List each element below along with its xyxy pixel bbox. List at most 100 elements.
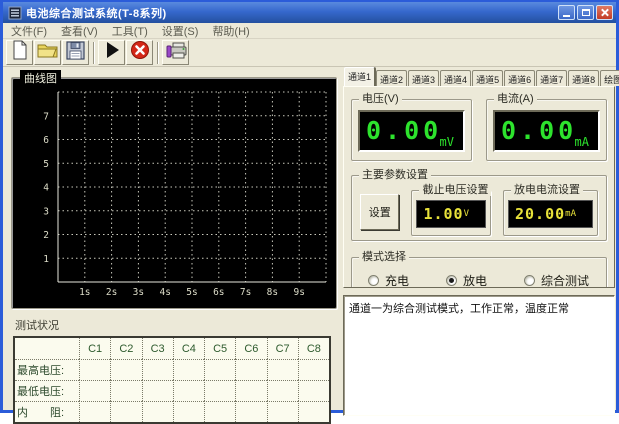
current-unit: mA <box>575 135 589 149</box>
menu-settings[interactable]: 设置(S) <box>162 23 199 39</box>
printer-icon <box>165 41 187 65</box>
discharge-current-display: 20.00 mA <box>508 200 593 228</box>
charge-radio[interactable]: 充电 <box>368 272 446 288</box>
table-cell <box>204 359 235 380</box>
svg-text:2: 2 <box>43 230 49 241</box>
svg-text:5s: 5s <box>186 287 197 298</box>
tab-channel-4[interactable]: 通道4 <box>440 70 471 86</box>
current-value: 0.00 <box>501 116 577 145</box>
table-cell <box>267 359 298 380</box>
svg-text:9s: 9s <box>293 287 304 298</box>
table-header-cell <box>15 338 79 359</box>
cutoff-voltage-label: 截止电压设置 <box>419 184 491 196</box>
close-button[interactable] <box>596 5 613 20</box>
main-params-label: 主要参数设置 <box>359 169 431 181</box>
current-display: 0.00 mA <box>493 110 600 152</box>
svg-text:5: 5 <box>43 159 49 170</box>
mode-options: 充电放电综合测试 <box>368 272 602 288</box>
table-cell <box>235 380 266 401</box>
menu-bar: 文件(F) 查看(V) 工具(T) 设置(S) 帮助(H) <box>3 23 616 39</box>
row-label: 最低电压: <box>15 380 79 401</box>
svg-text:3: 3 <box>43 206 49 217</box>
menu-view[interactable]: 查看(V) <box>61 23 98 39</box>
save-button[interactable] <box>62 40 89 65</box>
table-header-cell: C2 <box>110 338 141 359</box>
test-status-table: C1C2C3C4C5C6C7C8最高电压:最低电压:内 阻: <box>13 336 331 424</box>
table-cell <box>267 401 298 422</box>
toolbar-separator <box>157 42 158 64</box>
curve-chart-title: 曲线图 <box>20 70 61 86</box>
discharge-radio[interactable]: 放电 <box>446 272 524 288</box>
menu-file[interactable]: 文件(F) <box>11 23 47 39</box>
current-group: 电流(A) 0.00 mA <box>486 99 607 161</box>
maximize-icon <box>582 9 590 16</box>
table-cell <box>173 359 204 380</box>
stop-icon <box>130 40 150 65</box>
radio-indicator <box>446 275 457 286</box>
save-icon <box>66 41 85 65</box>
radio-indicator <box>524 275 535 286</box>
tab-channel-7[interactable]: 通道7 <box>536 70 567 86</box>
svg-text:2s: 2s <box>106 287 117 298</box>
row-label: 最高电压: <box>15 359 79 380</box>
test-status-label: 测试状况 <box>15 317 337 333</box>
tab-channel-3[interactable]: 通道3 <box>408 70 439 86</box>
radio-indicator <box>368 275 379 286</box>
table-cell <box>110 401 141 422</box>
tab-channel-6[interactable]: 通道6 <box>504 70 535 86</box>
minimize-icon <box>563 15 570 17</box>
print-button[interactable] <box>162 40 189 65</box>
svg-text:4: 4 <box>43 183 49 194</box>
client-area: 曲线图 1s2s3s4s5s6s7s8s9s1234567 测试状况 C1C2C… <box>3 67 616 410</box>
tab-channel-1[interactable]: 通道1 <box>344 67 375 86</box>
table-cell <box>298 359 329 380</box>
open-file-button[interactable] <box>34 40 61 65</box>
table-cell <box>235 401 266 422</box>
svg-text:8s: 8s <box>267 287 278 298</box>
toolbar <box>3 39 616 67</box>
tab-channel-5[interactable]: 通道5 <box>472 70 503 86</box>
status-message-box[interactable]: 通道一为综合测试模式，工作正常，温度正常 <box>343 295 615 416</box>
mode-select-group: 模式选择 充电放电综合测试 <box>351 257 607 288</box>
app-icon <box>8 6 22 20</box>
svg-text:7: 7 <box>43 111 49 122</box>
set-button[interactable]: 设置 <box>360 194 399 230</box>
table-header-cell: C4 <box>173 338 204 359</box>
svg-text:6s: 6s <box>213 287 224 298</box>
voltage-group: 电压(V) 0.00 mV <box>351 99 472 161</box>
table-cell <box>173 401 204 422</box>
table-header-cell: C8 <box>298 338 329 359</box>
svg-text:6: 6 <box>43 135 49 146</box>
svg-text:4s: 4s <box>159 287 170 298</box>
table-cell <box>267 380 298 401</box>
table-cell <box>110 380 141 401</box>
start-icon <box>104 41 120 64</box>
current-group-label: 电流(A) <box>494 93 537 105</box>
channel-1-panel: 电压(V) 0.00 mV 电流(A) 0.00 mA <box>343 86 615 288</box>
svg-text:7s: 7s <box>240 287 251 298</box>
menu-tools[interactable]: 工具(T) <box>112 23 148 39</box>
minimize-button[interactable] <box>558 5 575 20</box>
menu-help[interactable]: 帮助(H) <box>212 23 249 39</box>
svg-text:1s: 1s <box>79 287 90 298</box>
maximize-button[interactable] <box>577 5 594 20</box>
app-window: 电池综合测试系统(T-8系列) 文件(F) 查看(V) 工具(T) 设置(S) 帮助(H… <box>0 0 619 413</box>
tab-plot[interactable]: 绘图 <box>600 70 619 86</box>
start-button[interactable] <box>98 40 125 65</box>
cutoff-voltage-display: 1.00 V <box>416 200 486 228</box>
new-file-button[interactable] <box>6 40 33 65</box>
table-cell <box>204 380 235 401</box>
stop-button[interactable] <box>126 40 153 65</box>
table-header-cell: C5 <box>204 338 235 359</box>
table-cell <box>173 380 204 401</box>
comprehensive-test-radio[interactable]: 综合测试 <box>524 272 602 288</box>
table-cell <box>79 401 110 422</box>
window-title: 电池综合测试系统(T-8系列) <box>26 5 558 21</box>
status-message: 通道一为综合测试模式，工作正常，温度正常 <box>349 303 569 315</box>
table-cell <box>142 359 173 380</box>
row-label: 内 阻: <box>15 401 79 422</box>
table-cell <box>298 401 329 422</box>
mode-select-label: 模式选择 <box>359 251 409 263</box>
tab-channel-2[interactable]: 通道2 <box>376 70 407 86</box>
tab-channel-8[interactable]: 通道8 <box>568 70 599 86</box>
